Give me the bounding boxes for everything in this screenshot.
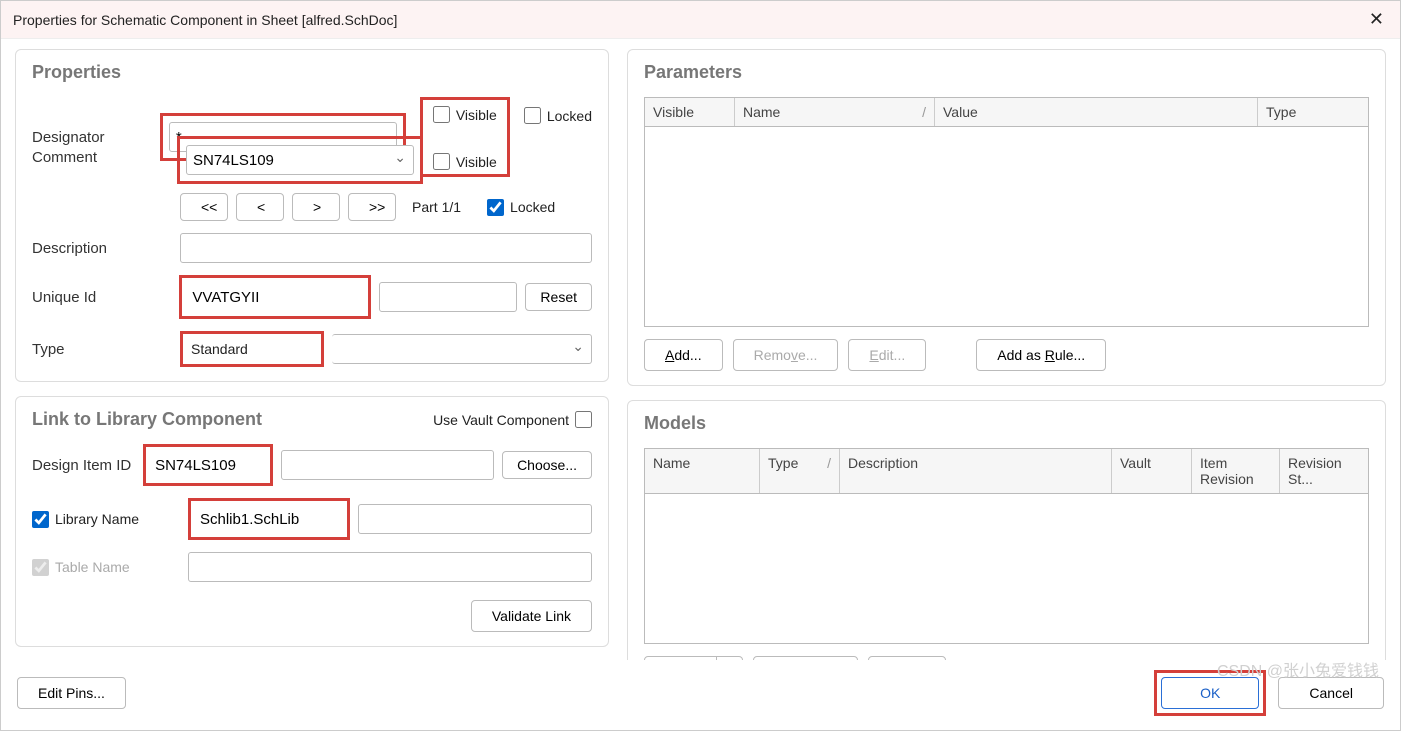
comment-visible-check[interactable]: Visible <box>433 153 497 170</box>
link-heading: Link to Library Component <box>32 409 262 430</box>
models-table-body[interactable] <box>644 494 1369 644</box>
part-last-button[interactable]: >> <box>348 193 396 221</box>
content-area: Properties Designator Visible Visible Lo… <box>1 39 1400 660</box>
parameters-group: Parameters Visible Name/ Value Type Add.… <box>627 49 1386 386</box>
param-edit-button: Edit... <box>848 339 926 371</box>
designator-visible-check[interactable]: Visible <box>433 106 497 123</box>
left-column: Properties Designator Visible Visible Lo… <box>15 49 609 660</box>
use-vault-check[interactable]: Use Vault Component <box>433 411 592 428</box>
comment-select[interactable]: SN74LS109 <box>186 145 414 175</box>
table-name-row: Table Name <box>32 552 592 582</box>
param-add-rule-button[interactable]: Add as Rule... <box>976 339 1106 371</box>
table-name-check: Table Name <box>32 559 180 576</box>
parameters-heading: Parameters <box>644 62 1369 83</box>
models-heading: Models <box>644 413 1369 434</box>
model-col-rev[interactable]: Item Revision <box>1192 449 1280 493</box>
design-item-input[interactable] <box>149 450 267 480</box>
library-name-input[interactable] <box>194 504 344 534</box>
design-item-row: Design Item ID Choose... <box>32 444 592 486</box>
model-col-name[interactable]: Name <box>645 449 760 493</box>
description-label: Description <box>32 240 172 257</box>
table-name-input[interactable] <box>188 552 592 582</box>
model-col-vault[interactable]: Vault <box>1112 449 1192 493</box>
description-row: Description <box>32 233 592 263</box>
param-remove-button: Remove... <box>733 339 839 371</box>
right-column: Parameters Visible Name/ Value Type Add.… <box>627 49 1386 660</box>
part-nav-row: << < > >> Part 1/1 Locked <box>32 193 592 221</box>
type-row: Type Standard <box>32 331 592 367</box>
parameters-buttons: Add... Remove... Edit... Add as Rule... <box>644 339 1369 371</box>
designator-locked-check[interactable]: Locked <box>524 107 592 124</box>
type-value-highlighted: Standard <box>187 338 317 360</box>
properties-heading: Properties <box>32 62 592 83</box>
properties-group: Properties Designator Visible Visible Lo… <box>15 49 609 382</box>
edit-pins-button[interactable]: Edit Pins... <box>17 677 126 709</box>
model-col-revst[interactable]: Revision St... <box>1280 449 1368 493</box>
close-icon[interactable]: ✕ <box>1365 9 1388 30</box>
designator-label: Designator <box>32 129 152 146</box>
type-label: Type <box>32 341 172 358</box>
part-indicator: Part 1/1 <box>412 199 461 215</box>
type-select[interactable] <box>332 334 592 364</box>
part-first-button[interactable]: << <box>180 193 228 221</box>
parameters-table-body[interactable] <box>644 127 1369 327</box>
dialog-window: Properties for Schematic Component in Sh… <box>0 0 1401 731</box>
validate-link-button[interactable]: Validate Link <box>471 600 592 632</box>
comment-label: Comment <box>32 149 172 166</box>
param-col-value[interactable]: Value <box>935 98 1258 126</box>
ok-button[interactable]: OK <box>1161 677 1259 709</box>
cancel-button[interactable]: Cancel <box>1278 677 1384 709</box>
design-item-label: Design Item ID <box>32 457 135 474</box>
design-item-extra-input[interactable] <box>281 450 494 480</box>
model-col-desc[interactable]: Description <box>840 449 1112 493</box>
reset-button[interactable]: Reset <box>525 283 592 311</box>
uniqueid-label: Unique Id <box>32 289 171 306</box>
param-col-type[interactable]: Type <box>1258 98 1368 126</box>
choose-button[interactable]: Choose... <box>502 451 592 479</box>
uniqueid-extra-input[interactable] <box>379 282 517 312</box>
dialog-footer: Edit Pins... OK Cancel <box>1 660 1400 730</box>
part-locked-check[interactable]: Locked <box>487 199 555 216</box>
library-name-extra-input[interactable] <box>358 504 592 534</box>
param-add-button[interactable]: Add... <box>644 339 723 371</box>
window-title: Properties for Schematic Component in Sh… <box>13 12 397 28</box>
part-prev-button[interactable]: < <box>236 193 284 221</box>
models-group: Models Name Type/ Description Vault Item… <box>627 400 1386 660</box>
library-name-row: Library Name <box>32 498 592 540</box>
models-table-header: Name Type/ Description Vault Item Revisi… <box>644 448 1369 494</box>
param-col-name[interactable]: Name/ <box>735 98 935 126</box>
link-group: Link to Library Component Use Vault Comp… <box>15 396 609 647</box>
uniqueid-input[interactable] <box>186 282 364 312</box>
titlebar: Properties for Schematic Component in Sh… <box>1 1 1400 39</box>
description-input[interactable] <box>180 233 592 263</box>
uniqueid-row: Unique Id Reset <box>32 275 592 319</box>
part-next-button[interactable]: > <box>292 193 340 221</box>
parameters-table-header: Visible Name/ Value Type <box>644 97 1369 127</box>
model-col-type[interactable]: Type/ <box>760 449 840 493</box>
param-col-visible[interactable]: Visible <box>645 98 735 126</box>
library-name-check[interactable]: Library Name <box>32 511 180 528</box>
